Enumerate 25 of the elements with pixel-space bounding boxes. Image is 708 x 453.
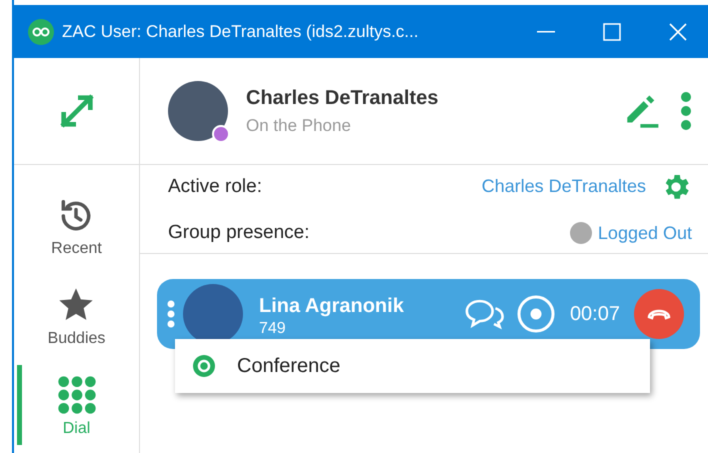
caller-name: Lina Agranonik <box>259 294 404 319</box>
app-logo-icon <box>28 18 54 44</box>
chat-bubbles-icon[interactable] <box>464 298 504 330</box>
caller-number: 749 <box>259 321 287 337</box>
minimize-icon <box>537 30 555 32</box>
user-status: On the Phone <box>246 115 352 138</box>
phone-status-icon <box>212 125 230 143</box>
close-icon <box>669 22 687 40</box>
user-name: Charles DeTranaltes <box>246 86 438 112</box>
record-icon[interactable] <box>516 294 556 334</box>
phone-hangup-icon <box>646 308 672 320</box>
conference-icon <box>193 355 215 377</box>
group-presence-label: Group presence: <box>168 220 310 245</box>
more-options-button[interactable] <box>680 91 692 131</box>
maximize-icon <box>603 22 621 40</box>
window-title: ZAC User: Charles DeTranaltes (ids2.zultys.c... <box>62 20 418 43</box>
vertical-dots-icon <box>680 91 692 131</box>
call-timer: 00:07 <box>570 302 620 327</box>
active-role-label: Active role: <box>168 174 262 198</box>
hang-up-button[interactable] <box>634 289 684 339</box>
menu-item[interactable]: Conference <box>193 351 340 381</box>
vertical-dots-icon[interactable] <box>167 300 175 328</box>
dialpad-icon <box>56 375 96 415</box>
sidebar-tab[interactable]: Recent <box>51 197 102 261</box>
sidebar-tab[interactable]: Buddies <box>48 285 106 351</box>
